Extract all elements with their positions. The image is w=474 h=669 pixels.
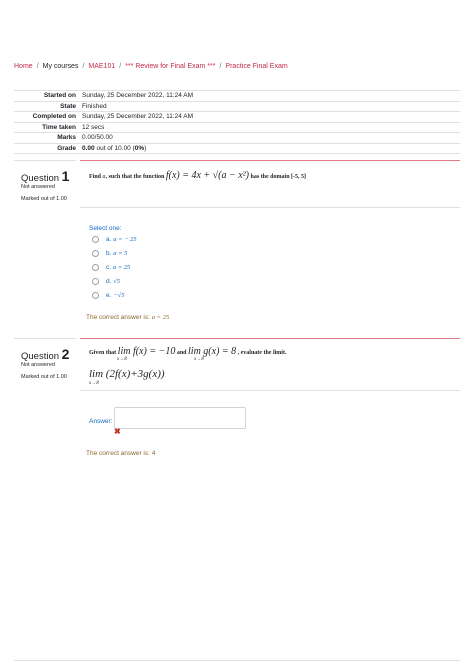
q2-limit1-subscript: x→8 [117, 357, 127, 362]
summary-row-grade: Grade 0.00 out of 10.00 (0%) [14, 142, 460, 154]
cross-icon: ✖ [114, 427, 121, 436]
q1-option-a[interactable]: a. a = − 25 [92, 236, 137, 243]
question-1-label: Question [21, 173, 60, 184]
q1-text-mid: , such that the function [105, 174, 166, 180]
summary-row-marks: Marks 0.00/50.00 [14, 132, 460, 143]
radio-button[interactable] [92, 250, 99, 257]
q1-function: f(x) = 4x + √(a − x²) [165, 170, 250, 181]
completed-label: Completed on [14, 111, 82, 122]
breadcrumb-separator: / [119, 63, 122, 70]
q1-text-prefix: Find [89, 174, 103, 180]
breadcrumb-separator: / [82, 63, 85, 70]
question-2-status: Not answered [21, 362, 55, 368]
q2-answer-input[interactable] [114, 407, 246, 429]
q1-correct-answer: The correct answer is: a = 25 [86, 314, 169, 321]
q1-option-b-letter: b. [106, 250, 112, 258]
marks-label: Marks [14, 132, 82, 143]
q2-correct-prefix: The correct answer is: [86, 450, 152, 457]
breadcrumb: Home / My courses / MAE101/*** Review for Fi… [14, 63, 288, 70]
breadcrumb-separator: / [36, 63, 39, 70]
q2-limit1: lim f(x) = −10 [117, 346, 176, 357]
q1-option-a-value: a = − 25 [113, 236, 137, 244]
q2-correct-value: 4 [151, 450, 156, 457]
q2-and: and [175, 350, 189, 356]
q1-correct-prefix: The correct answer is: [86, 314, 152, 321]
question-1-marked: Marked out of 1.00 [21, 196, 67, 202]
question-2-top-rule [80, 338, 460, 339]
q2-answer-label: Answer: [89, 418, 113, 425]
question-1-number: 1 [61, 168, 70, 184]
footer-divider [14, 660, 460, 661]
question-1-divider [80, 207, 460, 208]
attempt-summary-table: Started on Sunday, 25 December 2022, 11:2… [14, 90, 460, 154]
state-value: Finished [82, 100, 460, 112]
q1-option-d-letter: d. [106, 278, 112, 286]
breadcrumb-separator: / [219, 63, 222, 70]
summary-row-completed: Completed on Sunday, 25 December 2022, 11… [14, 111, 460, 122]
q1-option-e-value: −√5 [113, 292, 125, 300]
summary-row-state: State Finished [14, 100, 460, 112]
q1-option-a-letter: a. [106, 236, 112, 244]
q1-correct-value: a = 25 [151, 314, 170, 321]
breadcrumb-home[interactable]: Home [14, 63, 33, 70]
started-label: Started on [14, 90, 82, 101]
q2-given: Given that [89, 350, 118, 356]
state-label: State [14, 100, 82, 112]
q1-option-b-value: a = 5 [113, 250, 128, 258]
q2-evaluate: , evaluate the limit. [236, 350, 287, 356]
summary-row-time: Time taken 12 secs [14, 121, 460, 133]
q1-option-c-value: a = 25 [112, 264, 131, 272]
q1-option-d[interactable]: d. √5 [92, 278, 120, 285]
q2-limit2: lim g(x) = 8 [188, 346, 237, 357]
grade-percent: 0% [134, 144, 145, 152]
grade-value: 0.00 out of 10.00 (0%) [82, 142, 460, 154]
grade-out-of: out of 10.00 ( [94, 144, 135, 152]
grade-score: 0.00 [82, 144, 95, 152]
q2-limit2-subscript: x→8 [194, 357, 204, 362]
question-2-number: 2 [61, 346, 70, 362]
q2-correct-answer: The correct answer is: 4 [86, 450, 155, 457]
question-1-status: Not answered [21, 184, 55, 190]
breadcrumb-page[interactable]: Practice Final Exam [225, 63, 287, 70]
time-value: 12 secs [82, 121, 460, 133]
question-1-text: Find a, such that the function f(x) = 4x… [89, 170, 306, 181]
question-1-info-rule [14, 160, 76, 161]
question-2-title: Question 2 [21, 346, 69, 362]
q1-option-e[interactable]: e. −√5 [92, 292, 124, 299]
q2-expression: lim (2f(x)+3g(x)) [89, 368, 165, 380]
breadcrumb-section[interactable]: *** Review for Final Exam *** [125, 63, 215, 70]
started-value: Sunday, 25 December 2022, 11:24 AM [82, 90, 460, 101]
question-2-divider [80, 390, 460, 391]
grade-close: ) [144, 144, 147, 152]
radio-button[interactable] [92, 278, 99, 285]
grade-label: Grade [14, 142, 82, 154]
radio-button[interactable] [92, 292, 99, 299]
marks-value: 0.00/50.00 [82, 132, 460, 143]
q1-option-b[interactable]: b. a = 5 [92, 250, 127, 257]
question-2-info-rule [14, 338, 76, 339]
breadcrumb-my-courses[interactable]: My courses [43, 63, 79, 70]
question-1-title: Question 1 [21, 168, 69, 184]
time-label: Time taken [14, 121, 82, 133]
breadcrumb-course[interactable]: MAE101 [88, 63, 115, 70]
q1-option-c-letter: c. [106, 264, 112, 272]
summary-row-started: Started on Sunday, 25 December 2022, 11:2… [14, 90, 460, 101]
q1-option-c[interactable]: c. a = 25 [92, 264, 130, 271]
question-2-marked: Marked out of 1.00 [21, 374, 67, 380]
radio-button[interactable] [92, 264, 99, 271]
q2-expression-subscript: x→8 [89, 381, 99, 386]
q1-text-suffix: has the domain [-5, 5] [249, 174, 307, 180]
q1-option-d-value: √5 [113, 278, 121, 286]
radio-button[interactable] [92, 236, 99, 243]
question-2-label: Question [21, 351, 60, 362]
q1-select-prompt: Select one: [89, 225, 122, 232]
question-1-top-rule [80, 160, 460, 161]
completed-value: Sunday, 25 December 2022, 11:24 AM [82, 111, 460, 122]
q1-option-e-letter: e. [106, 292, 112, 300]
question-2-text: Given that lim f(x) = −10 and lim g(x) =… [89, 346, 286, 357]
